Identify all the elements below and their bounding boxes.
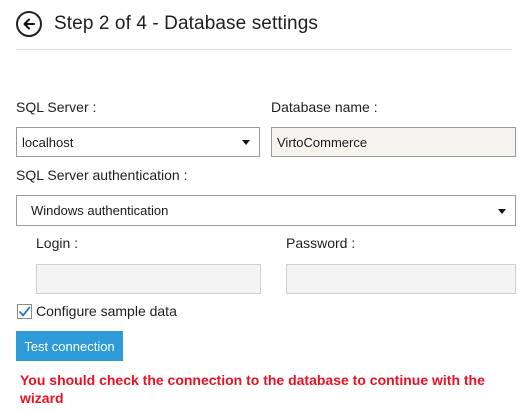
login-label: Login : <box>36 235 79 251</box>
database-settings-page: Step 2 of 4 - Database settings SQL Serv… <box>0 0 526 412</box>
wizard-header: Step 2 of 4 - Database settings <box>16 0 512 48</box>
password-field[interactable] <box>286 264 516 294</box>
test-connection-button[interactable]: Test connection <box>16 331 123 361</box>
connection-warning: You should check the connection to the d… <box>20 372 485 406</box>
sql-server-value: localhost <box>22 134 74 150</box>
chevron-down-icon <box>498 208 506 214</box>
sample-data-label: Configure sample data <box>36 303 177 319</box>
sample-data-option[interactable]: Configure sample data <box>17 303 177 319</box>
sql-server-label: SQL Server : <box>16 99 97 115</box>
database-name-value: VirtoCommerce <box>277 134 368 150</box>
sql-server-select[interactable]: localhost <box>16 127 260 157</box>
auth-value: Windows authentication <box>31 203 169 218</box>
sample-data-checkbox[interactable] <box>17 303 32 319</box>
back-button[interactable] <box>16 11 42 37</box>
chevron-down-icon <box>242 140 250 145</box>
auth-select[interactable]: Windows authentication <box>16 195 516 226</box>
header-divider <box>16 49 512 50</box>
checkmark-icon <box>19 306 31 316</box>
back-arrow-icon <box>23 18 35 30</box>
auth-label: SQL Server authentication : <box>16 167 188 183</box>
page-title: Step 2 of 4 - Database settings <box>54 13 318 34</box>
password-label: Password : <box>286 235 356 251</box>
login-field[interactable] <box>36 264 261 294</box>
database-name-field[interactable]: VirtoCommerce <box>271 127 516 157</box>
database-name-label: Database name : <box>271 99 378 115</box>
